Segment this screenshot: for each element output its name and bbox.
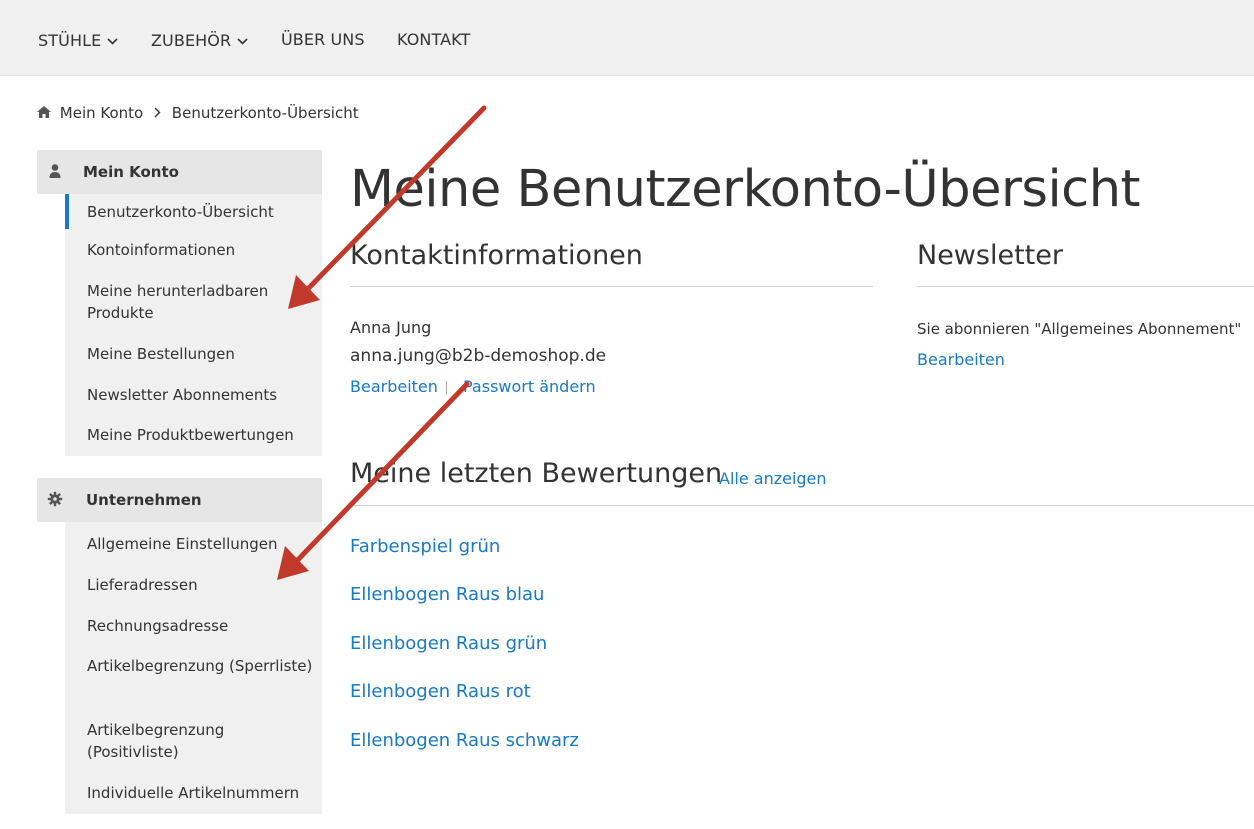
link-separator <box>446 381 447 395</box>
nav-item-zubehoer[interactable]: ZUBEHÖR <box>151 30 248 50</box>
chevron-down-icon <box>107 30 118 49</box>
sidebar-item-billing-address[interactable]: Rechnungsadresse <box>87 615 317 637</box>
gear-icon <box>47 491 63 507</box>
sidebar-item-blocklist[interactable]: Artikelbegrenzung (Sperrliste) <box>87 655 317 677</box>
sidebar-item-shipping-addresses[interactable]: Lieferadressen <box>87 574 317 596</box>
sidebar-heading-label: Unternehmen <box>86 491 202 509</box>
review-item-link[interactable]: Ellenbogen Raus schwarz <box>350 730 579 751</box>
sidebar-heading-label: Mein Konto <box>83 163 179 181</box>
review-item-link[interactable]: Ellenbogen Raus blau <box>350 584 544 605</box>
user-icon <box>47 163 63 179</box>
chevron-right-icon <box>154 104 161 122</box>
contact-name: Anna Jung <box>350 318 432 337</box>
sidebar-item-downloadable-products[interactable]: Meine herunterladbaren Produkte <box>87 280 317 324</box>
divider <box>350 286 873 287</box>
sidebar-item-account-overview[interactable]: Benutzerkonto-Übersicht <box>87 201 317 223</box>
sidebar-item-orders[interactable]: Meine Bestellungen <box>87 343 317 365</box>
sidebar-item-newsletter[interactable]: Newsletter Abonnements <box>87 384 317 406</box>
chevron-down-icon <box>237 30 248 49</box>
breadcrumb-home-link[interactable]: Mein Konto <box>60 104 143 122</box>
nav-item-label: ÜBER UNS <box>281 30 365 49</box>
review-item-link[interactable]: Ellenbogen Raus grün <box>350 633 547 654</box>
sidebar-list-company: Allgemeine Einstellungen Lieferadressen … <box>65 522 322 814</box>
divider <box>350 505 1254 506</box>
sidebar-item-custom-article-numbers[interactable]: Individuelle Artikelnummern <box>87 782 317 804</box>
nav-item-label: ZUBEHÖR <box>151 31 232 50</box>
sidebar-item-product-reviews[interactable]: Meine Produktbewertungen <box>87 424 317 446</box>
page-title: Meine Benutzerkonto-Übersicht <box>350 160 1141 219</box>
newsletter-status: Sie abonnieren "Allgemeines Abonnement" <box>917 320 1242 338</box>
sidebar-item-allowlist[interactable]: Artikelbegrenzung (Positivliste) <box>87 719 317 763</box>
reviews-heading: Meine letzten Bewertungen <box>350 458 723 489</box>
nav-item-kontakt[interactable]: KONTAKT <box>397 30 470 49</box>
active-indicator <box>65 194 69 229</box>
sidebar-heading-account: Mein Konto <box>37 150 322 194</box>
newsletter-heading: Newsletter <box>917 240 1063 271</box>
top-navigation: STÜHLE ZUBEHÖR ÜBER UNS KONTAKT <box>0 0 1254 76</box>
newsletter-edit-link[interactable]: Bearbeiten <box>917 350 1005 369</box>
change-password-link[interactable]: Passwort ändern <box>463 377 596 396</box>
breadcrumb-current: Benutzerkonto-Übersicht <box>171 103 359 122</box>
home-icon <box>37 104 51 122</box>
nav-item-label: STÜHLE <box>38 31 102 50</box>
sidebar-item-account-info[interactable]: Kontoinformationen <box>87 239 317 261</box>
sidebar-list-account: Benutzerkonto-Übersicht Kontoinformation… <box>65 194 322 456</box>
nav-item-label: KONTAKT <box>397 30 471 49</box>
review-item-link[interactable]: Farbenspiel grün <box>350 536 500 557</box>
contact-edit-link[interactable]: Bearbeiten <box>350 377 438 396</box>
contact-heading: Kontaktinformationen <box>350 240 643 271</box>
sidebar-heading-company: Unternehmen <box>37 478 322 522</box>
review-item-link[interactable]: Ellenbogen Raus rot <box>350 681 531 702</box>
nav-item-stuehle[interactable]: STÜHLE <box>38 30 118 50</box>
view-all-reviews-link[interactable]: Alle anzeigen <box>719 469 827 488</box>
divider <box>917 286 1254 287</box>
breadcrumb: Mein Konto Benutzerkonto-Übersicht <box>37 103 359 122</box>
contact-email: anna.jung@b2b-demoshop.de <box>350 346 607 366</box>
sidebar-item-general-settings[interactable]: Allgemeine Einstellungen <box>87 533 317 555</box>
nav-item-ueber-uns[interactable]: ÜBER UNS <box>281 30 365 49</box>
